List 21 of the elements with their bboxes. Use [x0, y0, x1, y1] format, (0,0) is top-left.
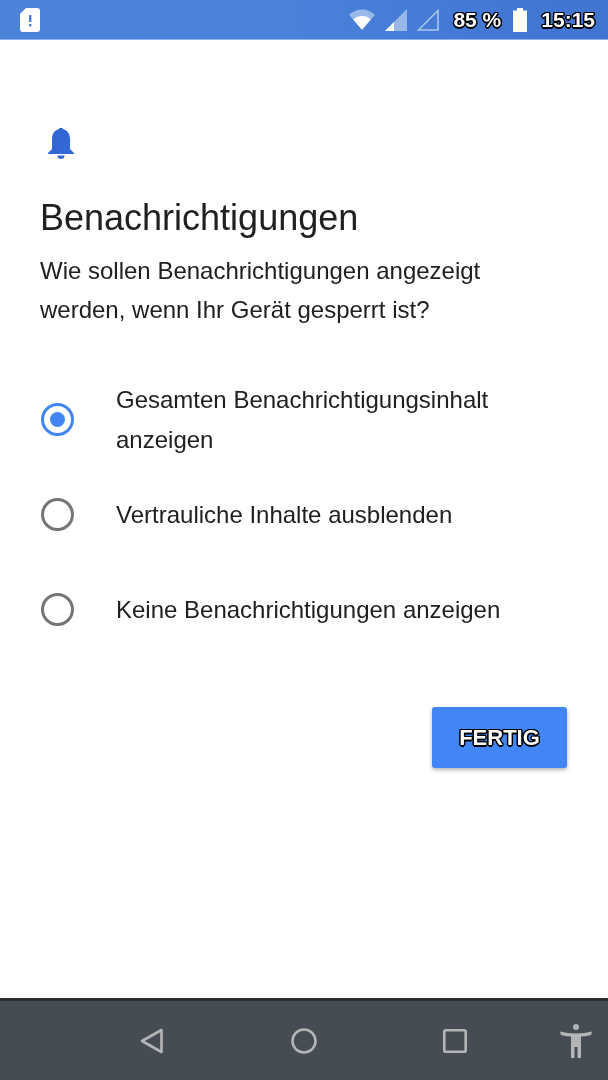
- signal-icon: [385, 8, 408, 31]
- radio-button[interactable]: [41, 593, 74, 626]
- description-text: Wie sollen Benachrichtigungen angezeigt werden, wenn Ihr Gerät gesperrt ist?: [40, 256, 482, 325]
- battery-percentage: 85 %: [453, 7, 502, 32]
- radio-button[interactable]: [41, 403, 74, 436]
- option-label[interactable]: Keine Benachrichtigungen anzeigen: [116, 589, 501, 630]
- sim-card-alert-icon: [20, 7, 40, 32]
- wifi-icon: [349, 9, 376, 30]
- status-time: 15:15: [541, 7, 595, 32]
- back-icon[interactable]: [140, 1027, 164, 1054]
- option-label[interactable]: Gesamten Benachrichtigungsinhalt anzeigen: [116, 379, 567, 460]
- bell-icon: [46, 127, 76, 159]
- battery-icon: [513, 7, 528, 32]
- signal-icon: [417, 8, 440, 31]
- accessibility-icon[interactable]: [560, 1023, 592, 1058]
- home-icon[interactable]: [291, 1027, 317, 1054]
- radio-button[interactable]: [41, 498, 74, 531]
- done-button[interactable]: FERTIG: [432, 707, 567, 768]
- option-label[interactable]: Vertrauliche Inhalte ausblenden: [116, 494, 453, 535]
- page-title: Benachrichtigungen: [40, 196, 360, 240]
- recents-icon[interactable]: [443, 1028, 467, 1053]
